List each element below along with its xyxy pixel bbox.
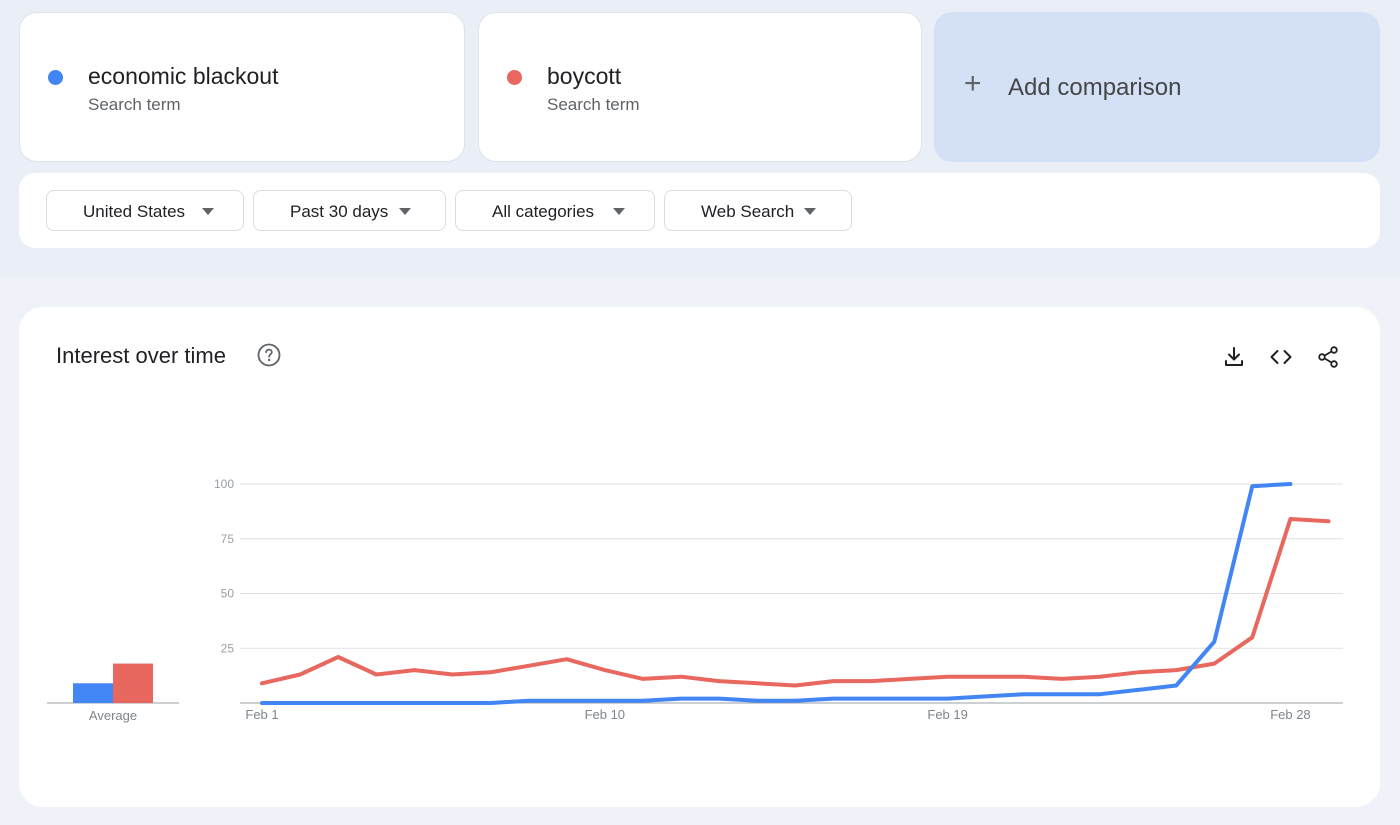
filter-label: Web Search bbox=[701, 202, 795, 221]
category-filter-dropdown[interactable]: All categories bbox=[455, 190, 655, 231]
time-range-filter-dropdown[interactable]: Past 30 days bbox=[253, 190, 446, 231]
interest-over-time-panel: Interest over time 25 50 75 100 Feb 1 Feb 10 F… bbox=[19, 307, 1380, 807]
search-term-card-economic-blackout[interactable]: economic blackout Search term bbox=[19, 12, 465, 162]
region-filter-dropdown[interactable]: United States bbox=[46, 190, 244, 231]
filter-label: United States bbox=[83, 202, 186, 221]
filter-label: All categories bbox=[492, 202, 595, 221]
add-comparison-label: Add comparison bbox=[1008, 74, 1182, 101]
search-type-filter-dropdown[interactable]: Web Search bbox=[664, 190, 852, 231]
x-tick-label: Feb 1 bbox=[245, 707, 278, 722]
plus-icon: + bbox=[964, 67, 982, 100]
term-color-dot bbox=[507, 70, 522, 85]
term-color-dot bbox=[48, 70, 63, 85]
term-type: Search term bbox=[88, 95, 181, 114]
term-type: Search term bbox=[547, 95, 640, 114]
caret-down-icon bbox=[613, 208, 625, 215]
add-comparison-button[interactable]: + Add comparison bbox=[934, 12, 1380, 162]
y-tick-label: 25 bbox=[221, 641, 235, 655]
y-tick-label: 50 bbox=[221, 587, 235, 601]
x-tick-label: Feb 19 bbox=[927, 707, 967, 722]
term-name: boycott bbox=[547, 63, 622, 89]
average-bar-economic-blackout bbox=[73, 683, 113, 703]
caret-down-icon bbox=[202, 208, 214, 215]
x-tick-label: Feb 28 bbox=[1270, 707, 1310, 722]
interest-over-time-chart: 25 50 75 100 Feb 1 Feb 10 Feb 19 Feb 28 Average bbox=[47, 477, 1343, 723]
term-name: economic blackout bbox=[88, 63, 279, 89]
caret-down-icon bbox=[399, 208, 411, 215]
y-tick-label: 75 bbox=[221, 532, 235, 546]
y-tick-label: 100 bbox=[214, 477, 234, 491]
filters-bar: United States Past 30 days All categorie… bbox=[19, 173, 1380, 248]
average-bar-boycott bbox=[113, 663, 153, 703]
series-line-boycott bbox=[260, 517, 1331, 688]
average-label: Average bbox=[89, 708, 137, 723]
search-term-card-boycott[interactable]: boycott Search term bbox=[478, 12, 922, 162]
filter-label: Past 30 days bbox=[290, 202, 389, 221]
x-tick-label: Feb 10 bbox=[585, 707, 625, 722]
caret-down-icon bbox=[804, 208, 816, 215]
